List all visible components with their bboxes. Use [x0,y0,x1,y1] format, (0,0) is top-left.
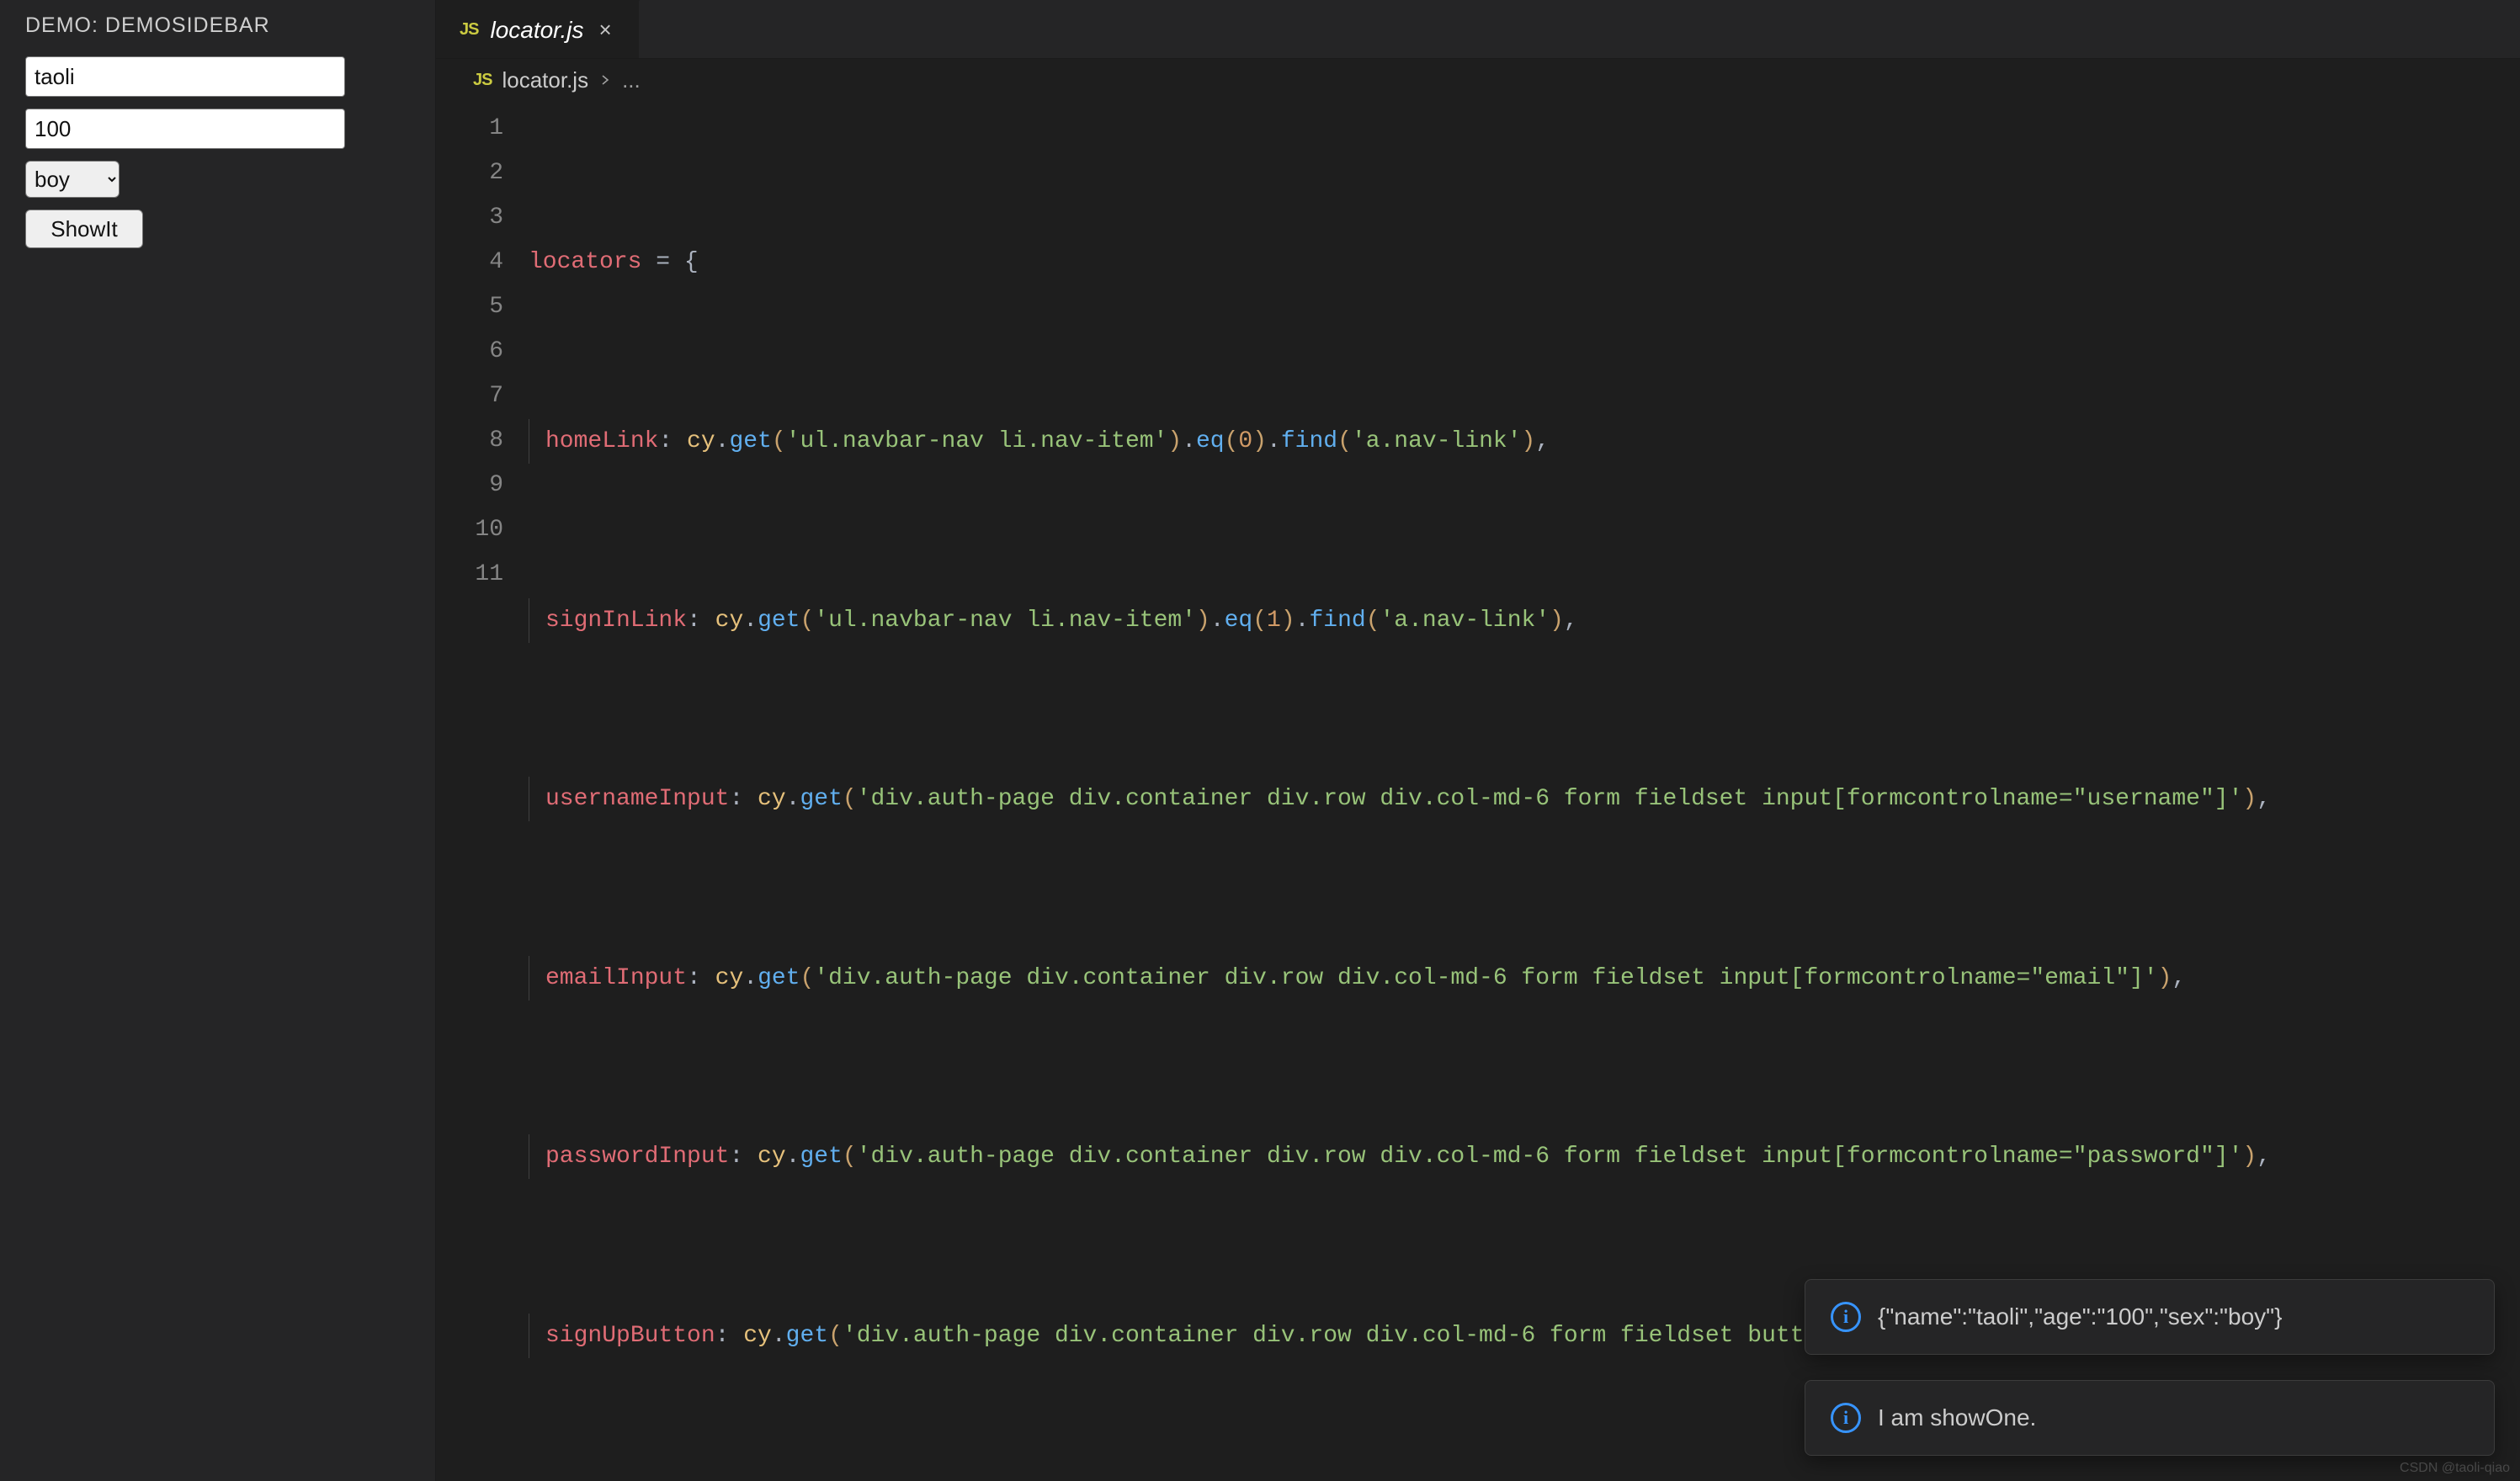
editor-area: JS locator.js × JS locator.js ... 1 2 3 … [436,0,2520,1481]
line-number: 10 [436,507,503,552]
breadcrumb-file: locator.js [502,67,588,93]
name-input[interactable] [25,56,345,97]
watermark: CSDN @taoli-qiao [2400,1461,2510,1476]
code-editor[interactable]: 1 2 3 4 5 6 7 8 9 10 11 locators = { hom… [436,101,2520,1481]
notification-stack: i {"name":"taoli","age":"100","sex":"boy… [1805,1279,2495,1456]
breadcrumb-rest: ... [622,67,641,93]
breadcrumb[interactable]: JS locator.js ... [436,59,2520,101]
line-number: 5 [436,284,503,329]
code-line[interactable]: usernameInput: cy.get('div.auth-page div… [529,777,2520,821]
line-number: 7 [436,374,503,418]
toast-info[interactable]: i I am showOne. [1805,1380,2495,1456]
app-root: DEMO: DEMOSIDEBAR boy ShowIt JS locator.… [0,0,2520,1481]
chevron-right-icon [598,73,612,87]
line-number: 2 [436,151,503,195]
toast-message: I am showOne. [1878,1404,2036,1431]
tab-locator-js[interactable]: JS locator.js × [436,0,640,58]
sex-select[interactable]: boy [25,161,120,198]
line-number: 11 [436,552,503,597]
line-number: 9 [436,463,503,507]
close-icon[interactable]: × [595,17,614,43]
line-gutter: 1 2 3 4 5 6 7 8 9 10 11 [436,106,529,1481]
code-content[interactable]: locators = { homeLink: cy.get('ul.navbar… [529,106,2520,1481]
tab-file-name: locator.js [490,17,583,44]
demo-sidebar: DEMO: DEMOSIDEBAR boy ShowIt [0,0,436,1481]
tab-bar: JS locator.js × [436,0,2520,59]
toast-message: {"name":"taoli","age":"100","sex":"boy"} [1878,1303,2282,1330]
code-line[interactable]: emailInput: cy.get('div.auth-page div.co… [529,956,2520,1001]
line-number: 6 [436,329,503,374]
line-number: 3 [436,195,503,240]
code-line[interactable]: passwordInput: cy.get('div.auth-page div… [529,1134,2520,1179]
sidebar-title: DEMO: DEMOSIDEBAR [25,13,410,38]
code-line[interactable]: homeLink: cy.get('ul.navbar-nav li.nav-i… [529,419,2520,464]
line-number: 1 [436,106,503,151]
line-number: 8 [436,418,503,463]
code-line[interactable]: locators = { [529,241,2520,285]
toast-info[interactable]: i {"name":"taoli","age":"100","sex":"boy… [1805,1279,2495,1355]
js-file-icon: JS [460,20,478,40]
showit-button[interactable]: ShowIt [25,210,143,248]
info-icon: i [1831,1302,1861,1332]
age-input[interactable] [25,109,345,149]
code-line[interactable]: signInLink: cy.get('ul.navbar-nav li.nav… [529,598,2520,643]
line-number: 4 [436,240,503,284]
info-icon: i [1831,1403,1861,1433]
js-file-icon: JS [473,71,492,90]
